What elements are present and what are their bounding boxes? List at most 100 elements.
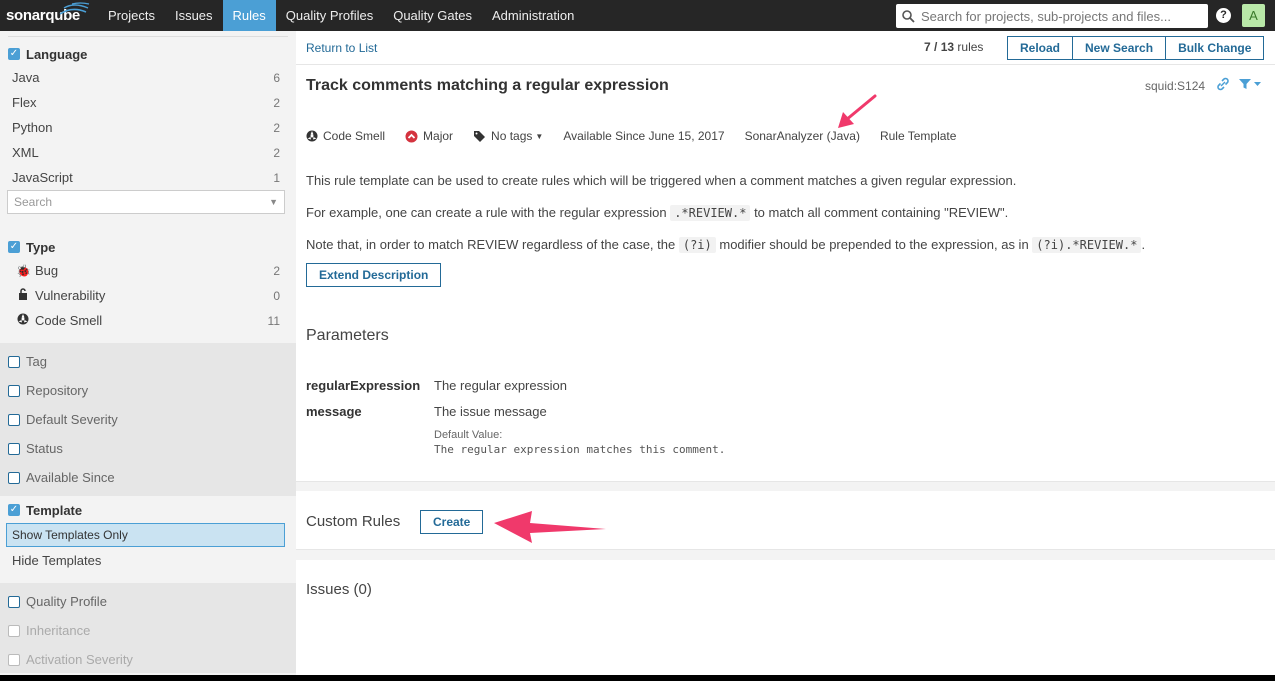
new-search-button[interactable]: New Search <box>1073 36 1167 60</box>
rule-severity[interactable]: Major <box>405 129 453 143</box>
nav-issues[interactable]: Issues <box>165 0 223 31</box>
facet-item-java[interactable]: Java 6 <box>0 65 296 90</box>
facet-tag-header[interactable]: Tag <box>0 347 296 376</box>
issues-title: Issues (0) <box>306 581 372 598</box>
facet-template-header[interactable]: ✓ Template <box>0 499 296 521</box>
checkbox-icon <box>8 624 20 637</box>
top-navbar: sonarqube Projects Issues Rules Quality … <box>0 0 1275 31</box>
text: to match all comment containing "REVIEW"… <box>750 205 1009 220</box>
text: . <box>1141 237 1146 252</box>
code-smell-icon <box>16 313 30 328</box>
filter-dropdown-icon[interactable] <box>1238 78 1262 90</box>
parameter-default: Default Value: The regular expression ma… <box>434 429 725 456</box>
text: Note that, in order to match REVIEW rega… <box>306 237 679 252</box>
rules-toolbar: Return to List 7 / 13 rules Reload New S… <box>296 31 1275 65</box>
paging-counter: 7 / 13 rules <box>924 40 983 54</box>
facet-title: Quality Profile <box>26 594 107 609</box>
language-search-select[interactable]: Search ▼ <box>7 190 285 214</box>
facet-available-since-header[interactable]: Available Since <box>0 463 296 492</box>
nav-rules[interactable]: Rules <box>222 0 276 31</box>
permalink-icon[interactable] <box>1216 77 1230 91</box>
avatar[interactable]: A <box>1242 4 1265 27</box>
nav-administration[interactable]: Administration <box>482 0 584 31</box>
rule-details-panel: Return to List 7 / 13 rules Reload New S… <box>296 31 1275 681</box>
checkbox-icon[interactable] <box>8 384 20 397</box>
parameter-key: message <box>306 404 362 419</box>
facet-template: ✓ Template Show Templates Only Hide Temp… <box>0 496 296 583</box>
custom-rules-title: Custom Rules <box>306 513 401 530</box>
bulk-change-button[interactable]: Bulk Change <box>1166 36 1265 60</box>
checkbox-icon[interactable]: ✓ <box>8 504 20 516</box>
search-placeholder: Search for projects, sub-projects and fi… <box>921 8 1172 24</box>
rule-type[interactable]: Code Smell <box>306 129 385 143</box>
facet-item-code-smell[interactable]: Code Smell 11 <box>0 308 296 333</box>
parameters-title: Parameters <box>306 327 389 344</box>
facet-item-label: Hide Templates <box>12 552 102 568</box>
checkbox-icon[interactable]: ✓ <box>8 241 20 253</box>
rule-title: Track comments matching a regular expres… <box>306 77 669 94</box>
annotation-arrow-icon <box>494 511 606 543</box>
sonarqube-logo[interactable]: sonarqube <box>0 0 98 31</box>
global-search-input[interactable]: Search for projects, sub-projects and fi… <box>896 4 1208 28</box>
facet-item-show-templates-only[interactable]: Show Templates Only <box>6 523 285 547</box>
code-smell-icon <box>306 130 318 142</box>
extend-description-button[interactable]: Extend Description <box>306 263 442 287</box>
facet-quality-profile-header[interactable]: Quality Profile <box>0 587 296 616</box>
rule-template-badge: Rule Template <box>880 129 957 143</box>
facet-item-xml[interactable]: XML 2 <box>0 140 296 165</box>
parameter-row: message The issue message <box>306 404 547 419</box>
logo-waves-icon <box>59 2 90 15</box>
facet-item-label: Vulnerability <box>35 288 106 303</box>
create-custom-rule-button[interactable]: Create <box>420 510 484 534</box>
facet-item-label: Python <box>12 120 53 135</box>
facet-item-count: 6 <box>273 70 280 85</box>
annotation-arrow-icon <box>838 94 877 128</box>
checkbox-icon[interactable] <box>8 595 20 608</box>
paging-suffix: rules <box>954 40 984 54</box>
facet-language-header[interactable]: ✓ Language <box>0 43 296 65</box>
checkbox-icon <box>8 653 20 666</box>
help-icon[interactable]: ? <box>1216 8 1231 23</box>
facet-type-header[interactable]: ✓ Type <box>0 236 296 258</box>
lock-icon <box>16 288 30 303</box>
checkbox-icon[interactable]: ✓ <box>8 48 20 60</box>
facet-item-vulnerability[interactable]: Vulnerability 0 <box>0 283 296 308</box>
facet-item-javascript[interactable]: JavaScript 1 <box>0 165 296 190</box>
nav-quality-gates[interactable]: Quality Gates <box>383 0 482 31</box>
rule-tags[interactable]: No tags ▼ <box>473 129 543 143</box>
parameter-key: regularExpression <box>306 378 421 393</box>
section-divider <box>296 481 1275 491</box>
facet-item-label: Code Smell <box>35 313 103 328</box>
tag-icon <box>474 131 486 142</box>
select-placeholder: Search <box>14 195 53 209</box>
text: modifier should be prepended to the expr… <box>715 237 1033 252</box>
nav-quality-profiles[interactable]: Quality Profiles <box>276 0 383 31</box>
facet-title: Status <box>26 441 63 456</box>
facet-item-count: 11 <box>267 313 280 328</box>
checkbox-icon[interactable] <box>8 471 20 484</box>
facet-item-python[interactable]: Python 2 <box>0 115 296 140</box>
reload-button[interactable]: Reload <box>1007 36 1074 60</box>
checkbox-icon[interactable] <box>8 442 20 455</box>
rule-available-since: Available Since June 15, 2017 <box>563 129 724 143</box>
facet-repository-header[interactable]: Repository <box>0 376 296 405</box>
facet-item-flex[interactable]: Flex 2 <box>0 90 296 115</box>
return-to-list-link[interactable]: Return to List <box>306 41 377 55</box>
nav-projects[interactable]: Projects <box>98 0 165 31</box>
facet-item-bug[interactable]: 🐞 Bug 2 <box>0 258 296 283</box>
checkbox-icon[interactable] <box>8 413 20 426</box>
facet-status-header[interactable]: Status <box>0 434 296 463</box>
facet-item-count: 0 <box>273 288 280 303</box>
paging-current: 7 <box>924 40 931 54</box>
parameter-description: The issue message <box>434 404 547 419</box>
facet-title: Template <box>26 502 83 518</box>
facet-item-hide-templates[interactable]: Hide Templates <box>0 549 296 571</box>
checkbox-icon[interactable] <box>8 355 20 368</box>
facet-item-label: Java <box>12 70 40 85</box>
paging-separator: / <box>930 40 941 54</box>
parameter-row: regularExpression The regular expression <box>306 378 567 393</box>
facet-title: Inheritance <box>26 623 91 638</box>
facet-default-severity-header[interactable]: Default Severity <box>0 405 296 434</box>
template-label: Rule Template <box>879 129 957 143</box>
